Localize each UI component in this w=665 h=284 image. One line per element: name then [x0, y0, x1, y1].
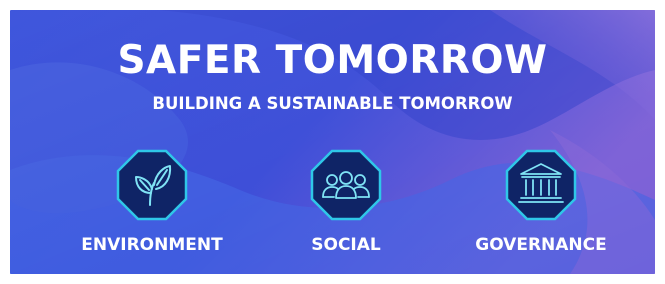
esg-banner: SAFER TOMORROW BUILDING A SUSTAINABLE TO… — [10, 10, 655, 274]
pillar-environment: ENVIRONMENT — [67, 149, 237, 259]
pillar-label-governance: GOVERNANCE — [475, 235, 607, 255]
pillar-label-social: SOCIAL — [311, 235, 381, 255]
pillar-social: SOCIAL — [261, 149, 431, 259]
leaf-icon — [116, 149, 188, 221]
courthouse-icon — [505, 149, 577, 221]
people-icon — [310, 149, 382, 221]
pillar-governance: GOVERNANCE — [456, 149, 626, 259]
pillar-label-environment: ENVIRONMENT — [81, 235, 223, 255]
page-subtitle: BUILDING A SUSTAINABLE TOMORROW — [152, 94, 513, 113]
page-title: SAFER TOMORROW — [117, 38, 548, 83]
